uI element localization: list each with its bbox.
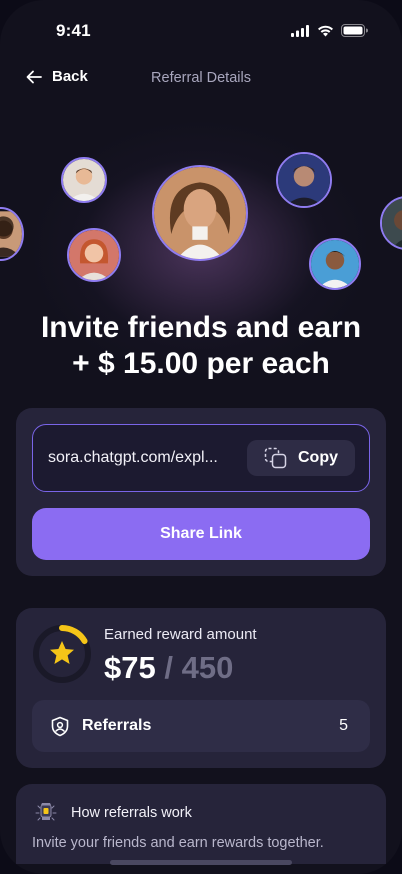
status-bar: 9:41 [0, 0, 402, 60]
signal-icon [291, 24, 309, 37]
earned-amount: $75 [104, 650, 156, 685]
copy-label: Copy [298, 449, 338, 466]
nav-bar: Back Referral Details [0, 62, 402, 94]
battery-icon [341, 24, 368, 37]
avatar-red-hair [67, 228, 121, 282]
hero-headline: Invite friends and earn + $ 15.00 per ea… [0, 310, 402, 382]
avatar-left-edge [0, 207, 24, 261]
reward-title: Earned reward amount [104, 626, 257, 643]
status-time: 9:41 [56, 21, 91, 40]
star-icon [50, 641, 74, 664]
amount-separator: / [164, 650, 173, 685]
share-link-card: sora.chatgpt.com/expl... Copy Share Link [16, 408, 386, 576]
referrals-row[interactable]: Referrals 5 [32, 700, 370, 752]
how-referrals-description: Invite your friends and earn rewards tog… [32, 835, 324, 851]
share-link-button[interactable]: Share Link [32, 508, 370, 560]
avatar-top-left [61, 157, 107, 203]
total-amount: 450 [181, 650, 234, 685]
status-icons [291, 24, 368, 37]
how-referrals-title: How referrals work [71, 805, 192, 821]
how-referrals-card[interactable]: How referrals work Invite your friends a… [16, 784, 386, 864]
avatar-top-right [276, 152, 332, 208]
lamp-icon [35, 803, 57, 821]
referrals-count: 5 [339, 717, 348, 734]
reward-progress-ring [33, 625, 91, 683]
reward-amount: $75 / 450 [104, 650, 233, 686]
page-title: Referral Details [151, 70, 251, 86]
copy-button[interactable]: Copy [247, 440, 355, 476]
shield-user-icon [51, 716, 69, 737]
phone-screen: 9:41 Back Referral Details Invite friend… [0, 0, 402, 874]
wifi-icon [318, 25, 333, 36]
referral-link-text: sora.chatgpt.com/expl... [48, 449, 218, 466]
avatar-right-blue [309, 238, 361, 290]
home-indicator [110, 860, 292, 865]
referrals-label: Referrals [82, 717, 152, 734]
avatar-right-edge [380, 196, 402, 250]
headline-line-1: Invite friends and earn [40, 311, 362, 344]
headline-line-2: + $ 15.00 per each [72, 347, 330, 380]
copy-icon [264, 447, 287, 469]
reward-card: Earned reward amount $75 / 450 Referrals… [16, 608, 386, 768]
avatar-center-featured [152, 165, 248, 261]
referral-link-field[interactable]: sora.chatgpt.com/expl... Copy [32, 424, 370, 492]
